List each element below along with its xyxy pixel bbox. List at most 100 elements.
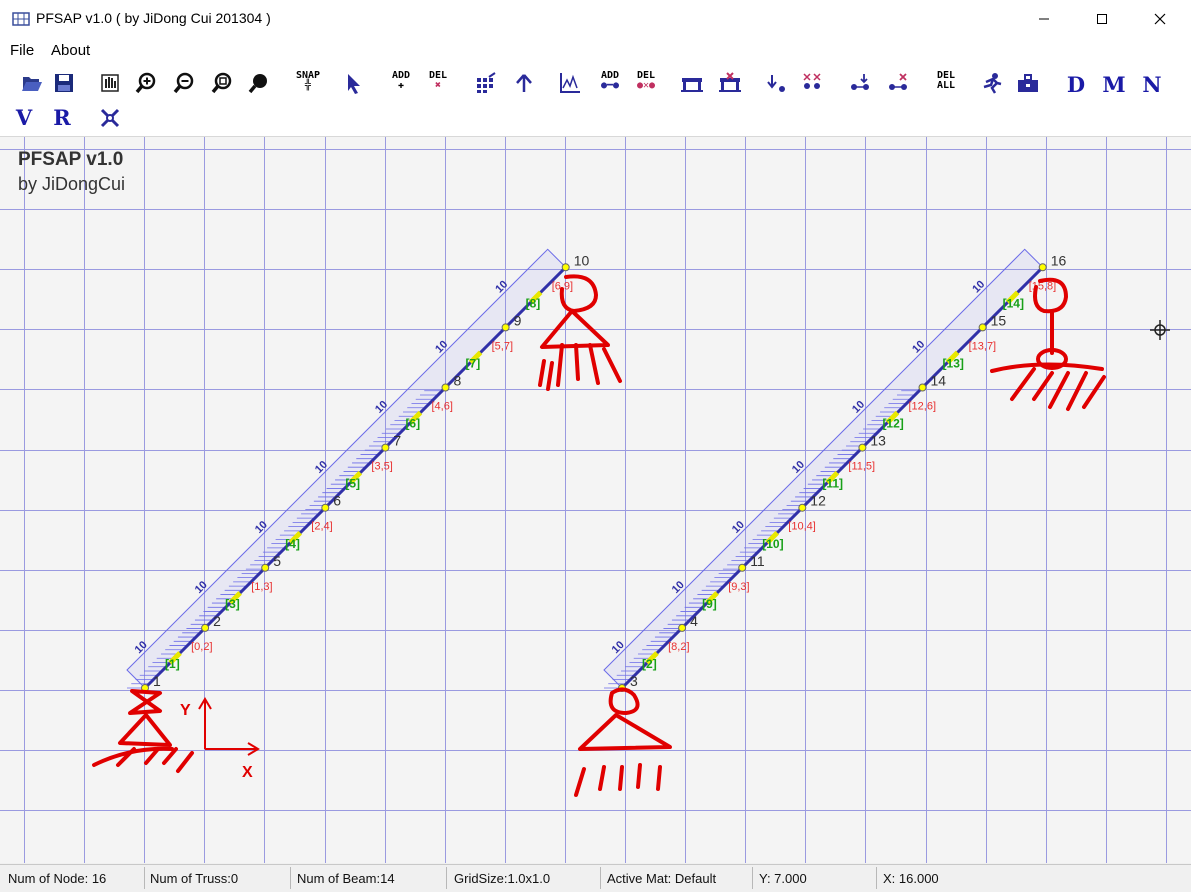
move-node-button[interactable] bbox=[510, 69, 538, 97]
add-element-button[interactable]: ADD ●━● bbox=[592, 71, 628, 101]
node-point bbox=[978, 323, 987, 332]
window-title: PFSAP v1.0 ( by JiDong Cui 201304 ) bbox=[36, 10, 271, 26]
element-section-label: [9,3] bbox=[728, 581, 749, 593]
element-section-label: [5,7] bbox=[492, 340, 513, 352]
delete-load-button[interactable] bbox=[798, 69, 826, 97]
run-button[interactable] bbox=[978, 69, 1006, 97]
node-number-label: 6 bbox=[333, 493, 341, 509]
app-icon bbox=[12, 12, 30, 26]
save-icon bbox=[55, 74, 73, 92]
node-point bbox=[561, 263, 570, 272]
delete-all-label-2: ALL bbox=[936, 80, 956, 91]
hinge-button[interactable] bbox=[846, 69, 874, 97]
node-point bbox=[381, 443, 390, 452]
node-point bbox=[501, 323, 510, 332]
node-number-label: 13 bbox=[870, 433, 886, 449]
show-axial-button[interactable]: N bbox=[1138, 72, 1166, 97]
status-truss-count: Num of Truss:0 bbox=[150, 871, 239, 886]
briefcase-icon bbox=[1018, 74, 1038, 92]
delete-element-button[interactable]: DEL ●✕● bbox=[628, 71, 664, 101]
show-moment-button[interactable]: M bbox=[1100, 72, 1128, 97]
delete-element-icon: ●✕● bbox=[636, 80, 656, 91]
element-id-label: [5] bbox=[345, 477, 360, 491]
show-displacement-button[interactable]: D bbox=[1062, 72, 1090, 97]
status-y-coordinate: Y: 7.000 bbox=[759, 871, 807, 886]
status-beam-count: Num of Beam:14 bbox=[297, 871, 395, 886]
delete-node-icon: ✖ bbox=[434, 80, 442, 91]
pin-support-sketch-1 bbox=[92, 689, 194, 773]
element-section-label: [3,5] bbox=[371, 461, 392, 473]
node-grid-button[interactable] bbox=[472, 69, 500, 97]
model-drawing[interactable]: 10101010101010[1][0,2][3][1,3][4][2,4][5… bbox=[0, 137, 1191, 863]
node-number-label: 11 bbox=[750, 553, 765, 569]
node-number-label: 14 bbox=[931, 373, 947, 389]
minimize-button[interactable] bbox=[1015, 0, 1073, 38]
add-node-button[interactable]: ADD ✚ bbox=[383, 71, 419, 101]
status-bar: Num of Node: 16 Num of Truss:0 Num of Be… bbox=[0, 864, 1191, 892]
node-number-label: 9 bbox=[514, 312, 522, 328]
element-id-label: [9] bbox=[702, 597, 717, 611]
delete-all-button[interactable]: DEL ALL bbox=[928, 71, 964, 101]
status-divider bbox=[144, 867, 145, 889]
save-button[interactable] bbox=[50, 69, 78, 97]
delete-node-button[interactable]: DEL ✖ bbox=[420, 71, 456, 101]
title-bar: PFSAP v1.0 ( by JiDong Cui 201304 ) bbox=[0, 0, 1191, 38]
node-number-label: 7 bbox=[393, 433, 401, 449]
element-id-label: [14] bbox=[1003, 296, 1024, 310]
zoom-in-button[interactable] bbox=[132, 69, 160, 97]
pan-button[interactable] bbox=[96, 69, 124, 97]
delete-support-button[interactable] bbox=[716, 69, 744, 97]
maximize-icon bbox=[1097, 14, 1107, 24]
add-support-button[interactable] bbox=[678, 69, 706, 97]
status-grid-size: GridSize:1.0x1.0 bbox=[454, 871, 551, 886]
logo-title: PFSAP v1.0 bbox=[18, 149, 124, 170]
maximize-button[interactable] bbox=[1073, 0, 1131, 38]
menu-file[interactable]: File bbox=[10, 42, 34, 59]
drawing-canvas[interactable]: 10 10 10 10 10 10 10 [1] [0,2] [3] [1,3] [4] [2,4] [5… bbox=[0, 137, 1191, 863]
zoom-in-icon bbox=[135, 72, 156, 94]
node-number-label: 3 bbox=[630, 673, 638, 689]
node-number-label: 12 bbox=[810, 493, 826, 509]
distributed-load-band bbox=[126, 248, 567, 689]
show-reaction-button[interactable]: R bbox=[48, 105, 76, 130]
hand-icon bbox=[101, 74, 119, 92]
element-section-label: [12,6] bbox=[909, 401, 937, 413]
node-point bbox=[321, 503, 330, 512]
show-shear-button[interactable]: V bbox=[10, 105, 38, 130]
element-id-label: [6] bbox=[405, 417, 420, 431]
support-icon bbox=[681, 78, 703, 92]
export-button[interactable] bbox=[1014, 69, 1042, 97]
status-divider bbox=[446, 867, 447, 889]
menu-about[interactable]: About bbox=[51, 42, 90, 59]
add-load-icon bbox=[767, 75, 785, 92]
logo-subtitle: by JiDongCui bbox=[18, 174, 126, 194]
close-button[interactable] bbox=[1131, 0, 1189, 38]
material-button[interactable] bbox=[556, 69, 584, 97]
zoom-all-button[interactable] bbox=[245, 69, 273, 97]
element-id-label: [7] bbox=[466, 356, 481, 370]
node-point bbox=[261, 563, 270, 572]
snap-button[interactable]: SNAP ╬ bbox=[290, 71, 326, 101]
select-button[interactable] bbox=[340, 69, 368, 97]
element-id-label: [10] bbox=[762, 537, 783, 551]
tools-icon bbox=[100, 108, 120, 128]
open-button[interactable] bbox=[18, 69, 46, 97]
folder-open-icon bbox=[22, 77, 42, 91]
add-load-button[interactable] bbox=[762, 69, 790, 97]
status-active-material: Active Mat: Default bbox=[607, 871, 717, 886]
node-point bbox=[858, 443, 867, 452]
settings-button[interactable] bbox=[96, 104, 124, 132]
element-id-label: [13] bbox=[943, 356, 964, 370]
delete-hinge-button[interactable] bbox=[884, 69, 912, 97]
run-icon bbox=[983, 73, 1002, 94]
zoom-window-button[interactable] bbox=[208, 69, 236, 97]
element-id-label: [3] bbox=[225, 597, 240, 611]
status-node-count: Num of Node: 16 bbox=[8, 871, 107, 886]
node-number-label: 8 bbox=[454, 373, 462, 389]
zoom-out-button[interactable] bbox=[170, 69, 198, 97]
node-point bbox=[678, 623, 687, 632]
element-section-label: [1,3] bbox=[251, 581, 272, 593]
status-divider bbox=[290, 867, 291, 889]
zoom-out-icon bbox=[173, 72, 194, 94]
distributed-load-band bbox=[603, 248, 1044, 689]
